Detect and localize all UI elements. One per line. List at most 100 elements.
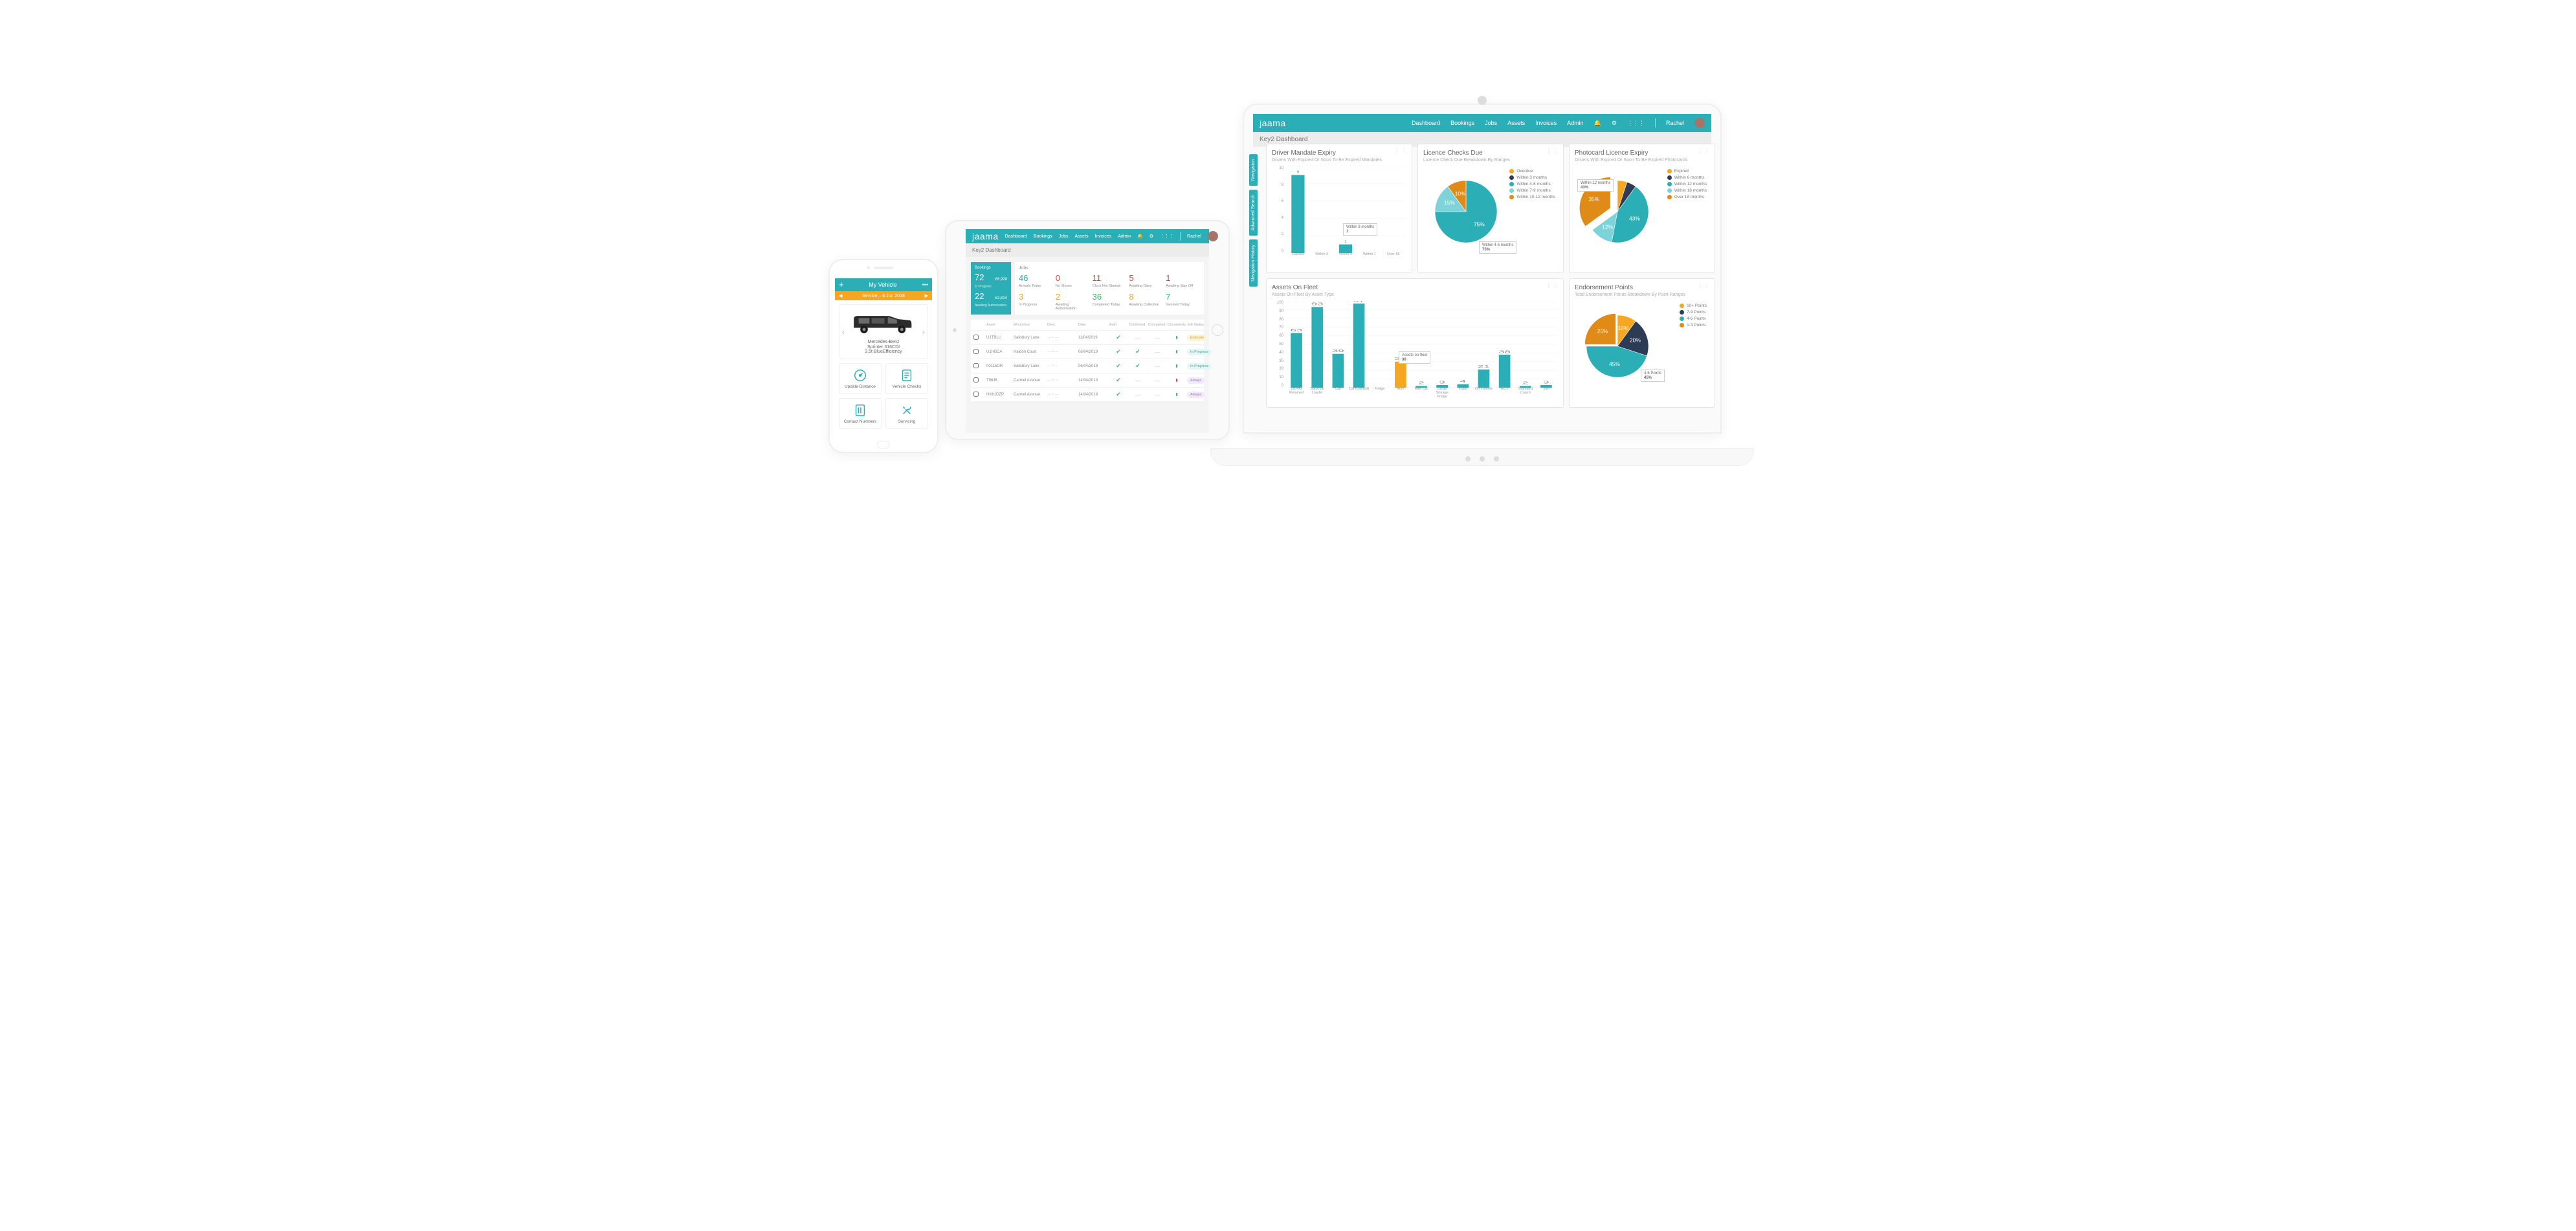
chevron-right-icon[interactable]: ▶ bbox=[925, 293, 928, 298]
table-row[interactable]: HX61DZPCarmel Avenue — • —14/04/2019 ✔ —… bbox=[971, 388, 1204, 402]
card-menu-icon[interactable]: ⋮ ⋮ bbox=[1395, 148, 1406, 154]
svg-text:21: 21 bbox=[1478, 364, 1490, 368]
card-subtitle: Assets On Fleet By Asset Type bbox=[1272, 293, 1558, 297]
chevron-left-icon[interactable]: ◀ bbox=[839, 293, 842, 298]
sidetab-navigation[interactable]: Navigation bbox=[1249, 154, 1258, 186]
card-assets-on-fleet: ⋮ ⋮ Assets On Fleet Assets On Fleet By A… bbox=[1266, 278, 1564, 408]
gear-icon[interactable]: ⚙ bbox=[1612, 120, 1617, 127]
apps-icon[interactable]: ⋮⋮⋮ bbox=[1627, 120, 1645, 127]
avatar[interactable] bbox=[1208, 231, 1218, 241]
nav-assets[interactable]: Assets bbox=[1507, 120, 1525, 126]
chart-callout: 4-6 Points45% bbox=[1641, 370, 1665, 382]
svg-text:63: 63 bbox=[1291, 328, 1303, 332]
svg-text:45%: 45% bbox=[1609, 361, 1620, 368]
card-menu-icon[interactable]: ⋮ ⋮ bbox=[1698, 148, 1709, 154]
nav-jobs[interactable]: Jobs bbox=[1485, 120, 1497, 126]
brand-logo: jaama bbox=[1260, 118, 1286, 128]
svg-text:10%: 10% bbox=[1618, 325, 1629, 331]
add-icon[interactable]: + bbox=[839, 282, 844, 287]
svg-text:3: 3 bbox=[1439, 381, 1445, 384]
nav-dashboard[interactable]: Dashboard bbox=[1412, 120, 1440, 126]
user-name[interactable]: Rachel bbox=[1666, 120, 1684, 126]
contacts-icon bbox=[853, 403, 867, 417]
card-menu-icon[interactable]: ⋮ ⋮ bbox=[1546, 148, 1558, 154]
brand-logo: jaama bbox=[972, 231, 999, 241]
svg-text:2: 2 bbox=[1418, 381, 1424, 385]
card-endorsement-points: ⋮ ⋮ Endorsement Points Total Endorsement… bbox=[1569, 278, 1715, 408]
next-vehicle[interactable]: › bbox=[922, 327, 925, 337]
table-row[interactable]: 00115GRSalisbury Lane — • —06/04/2019 ✔ … bbox=[971, 359, 1204, 373]
row-checkbox[interactable] bbox=[973, 349, 979, 354]
nav-dashboard[interactable]: Dashboard bbox=[1005, 234, 1027, 239]
vehicle-card: ‹ › Mercedes-Benz Sprinter 316CDI 3.5t B… bbox=[839, 304, 928, 359]
card-menu-icon[interactable]: ⋮ ⋮ bbox=[1698, 283, 1709, 289]
svg-text:25%: 25% bbox=[1597, 327, 1608, 334]
nav-bookings[interactable]: Bookings bbox=[1450, 120, 1474, 126]
pie-chart: 75%15%10% bbox=[1427, 173, 1505, 250]
stat-bookings: Bookings 72£6,928 In Progress 22£3,814 A… bbox=[971, 262, 1011, 315]
bell-icon[interactable]: 🔔 bbox=[1137, 234, 1143, 239]
nav-invoices[interactable]: Invoices bbox=[1535, 120, 1557, 126]
service-banner[interactable]: ◀ Service – 6 Jun 2018 ▶ bbox=[835, 291, 932, 300]
card-subtitle: Drivers With Expired Or Soon To Be Expir… bbox=[1575, 158, 1709, 162]
svg-text:97: 97 bbox=[1353, 301, 1365, 303]
stat-jobs: Jobs 46Arrivals Today0No Shows11Clock No… bbox=[1015, 262, 1204, 315]
svg-text:38: 38 bbox=[1498, 350, 1511, 354]
x-axis: 1st 4x2 RetainedBackhoe LoaderCarCar (Ow… bbox=[1286, 388, 1557, 402]
tablet-device: jaama Dashboard Bookings Jobs Assets Inv… bbox=[945, 220, 1230, 440]
nav-admin[interactable]: Admin bbox=[1567, 120, 1584, 126]
svg-text:4: 4 bbox=[1460, 379, 1466, 383]
home-button[interactable] bbox=[1212, 324, 1223, 336]
card-title: Photocard Licence Expiry bbox=[1575, 150, 1709, 157]
phone-header: + My Vehicle ••• bbox=[835, 278, 932, 291]
row-checkbox[interactable] bbox=[973, 363, 979, 368]
card-subtitle: Licence Check Due Breakdown By Ranges bbox=[1423, 158, 1558, 162]
more-icon[interactable]: ••• bbox=[922, 282, 928, 288]
page-title: Key2 Dashboard bbox=[966, 243, 1209, 257]
table-row[interactable]: T96J6Carmel Avenue — • —14/04/2019 ✔ — —… bbox=[971, 373, 1204, 388]
nav-invoices[interactable]: Invoices bbox=[1095, 234, 1112, 239]
prev-vehicle[interactable]: ‹ bbox=[842, 327, 845, 337]
avatar[interactable] bbox=[1694, 118, 1705, 128]
home-button[interactable] bbox=[877, 441, 890, 449]
gear-icon[interactable]: ⚙ bbox=[1149, 234, 1153, 239]
nav-assets[interactable]: Assets bbox=[1074, 234, 1088, 239]
bar-chart: 91 bbox=[1286, 166, 1405, 253]
jobs-table: AssetWorkshopDescDateAuthConfirmedComple… bbox=[971, 320, 1204, 402]
table-row[interactable]: U1TBLUSalisbury Lane — • —11/04/2019 ✔ —… bbox=[971, 331, 1204, 345]
y-axis: 0102030405060708090100 bbox=[1272, 301, 1283, 388]
tile-servicing[interactable]: Servicing bbox=[885, 398, 928, 429]
row-checkbox[interactable] bbox=[973, 335, 979, 340]
card-mandate-expiry: ⋮ ⋮ Driver Mandate Expiry Drivers With E… bbox=[1266, 144, 1412, 273]
card-photocard-expiry: ⋮ ⋮ Photocard Licence Expiry Drivers Wit… bbox=[1569, 144, 1715, 273]
tools-icon bbox=[900, 403, 914, 417]
apps-icon[interactable]: ⋮⋮⋮ bbox=[1160, 234, 1173, 239]
svg-text:10%: 10% bbox=[1455, 190, 1466, 197]
svg-text:20%: 20% bbox=[1630, 337, 1641, 343]
x-axis: ExpiredWithin 3Within 9Within 1Over 18 bbox=[1286, 253, 1405, 267]
row-checkbox[interactable] bbox=[973, 377, 979, 383]
table-row[interactable]: U1HBCAHaldon Court — • —06/04/2019 ✔ ✔ —… bbox=[971, 345, 1204, 359]
user-name[interactable]: Rachel bbox=[1187, 234, 1201, 239]
nav-admin[interactable]: Admin bbox=[1118, 234, 1131, 239]
svg-text:35%: 35% bbox=[1588, 196, 1599, 203]
bell-icon[interactable]: 🔔 bbox=[1594, 120, 1601, 127]
svg-text:39: 39 bbox=[1332, 349, 1344, 353]
chart-callout: Assets on fleet30 bbox=[1399, 351, 1430, 364]
nav-bookings[interactable]: Bookings bbox=[1034, 234, 1052, 239]
card-title: Driver Mandate Expiry bbox=[1272, 150, 1406, 157]
chart-callout: Within 4-6 months75% bbox=[1479, 241, 1516, 254]
sidetab-history[interactable]: Navigation History bbox=[1249, 239, 1258, 287]
phone-device: + My Vehicle ••• ◀ Service – 6 Jun 2018 … bbox=[828, 259, 938, 453]
nav-jobs[interactable]: Jobs bbox=[1059, 234, 1069, 239]
card-licence-checks: ⋮ ⋮ Licence Checks Due Licence Check Due… bbox=[1417, 144, 1564, 273]
tile-vehicle-checks[interactable]: Vehicle Checks bbox=[885, 363, 928, 394]
phone-title: My Vehicle bbox=[869, 282, 897, 288]
sidetab-advanced-search[interactable]: Advanced Search bbox=[1249, 190, 1258, 236]
tile-contact-numbers[interactable]: Contact Numbers bbox=[839, 398, 882, 429]
tile-update-distance[interactable]: Update Distance bbox=[839, 363, 882, 394]
top-nav: jaama Dashboard Bookings Jobs Assets Inv… bbox=[1253, 114, 1711, 132]
row-checkbox[interactable] bbox=[973, 392, 979, 397]
gauge-icon bbox=[853, 368, 867, 383]
card-menu-icon[interactable]: ⋮ ⋮ bbox=[1546, 283, 1558, 289]
